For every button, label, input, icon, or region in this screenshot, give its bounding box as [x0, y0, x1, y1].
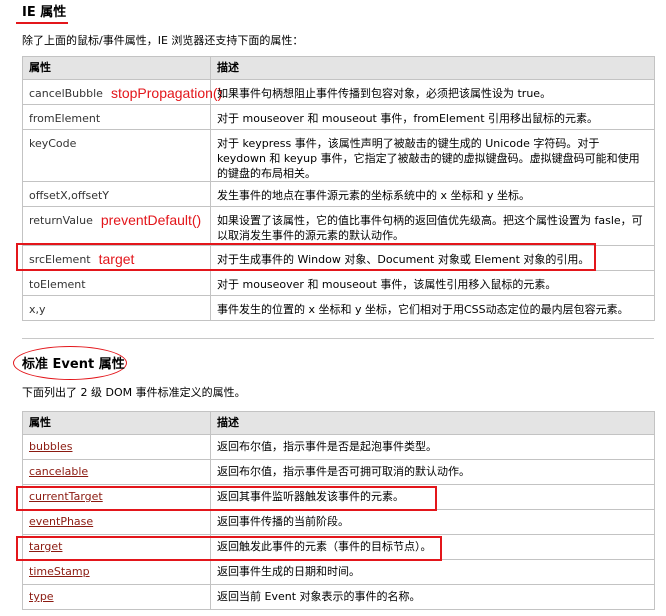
table-row: fromElement 对于 mouseover 和 mouseout 事件，f… [22, 104, 655, 130]
property-name: keyCode [22, 129, 211, 182]
property-description: 返回当前 Event 对象表示的事件的名称。 [210, 584, 655, 610]
table-row: cancelable 返回布尔值，指示事件是否可拥可取消的默认动作。 [22, 459, 655, 485]
highlight-box-target [16, 536, 442, 561]
standard-event-heading: 标准 Event 属性 [22, 357, 125, 372]
table-row: returnValue preventDefault() 如果设置了该属性，它的值… [22, 206, 655, 246]
property-name: fromElement [22, 104, 211, 130]
heading-red-underline [16, 22, 68, 24]
ie-properties-table: 属性 描述 cancelBubble stopPropagation() 如果事件… [22, 56, 655, 321]
property-name-cell: eventPhase [22, 509, 211, 535]
table-row: toElement 对于 mouseover 和 mouseout 事件，该属性… [22, 270, 655, 296]
ie-intro-text: 除了上面的鼠标/事件属性，IE 浏览器还支持下面的属性： [22, 34, 304, 47]
property-link-bubbles[interactable]: bubbles [29, 440, 72, 453]
red-annotation: stopPropagation() [110, 85, 223, 101]
property-name: cancelBubble [29, 87, 103, 100]
property-link-cancelable[interactable]: cancelable [29, 465, 88, 478]
property-description: 返回事件传播的当前阶段。 [210, 509, 655, 535]
ie-properties-heading: IE 属性 [22, 5, 67, 20]
table-row: type 返回当前 Event 对象表示的事件的名称。 [22, 584, 655, 610]
column-header-property: 属性 [22, 411, 211, 435]
highlight-box-currenttarget [16, 486, 437, 511]
property-description: 对于 mouseover 和 mouseout 事件，fromElement 引… [210, 104, 655, 130]
red-annotation: preventDefault() [100, 212, 202, 228]
column-header-description: 描述 [210, 56, 655, 80]
property-description: 返回布尔值，指示事件是否是起泡事件类型。 [210, 434, 655, 460]
column-header-property: 属性 [22, 56, 211, 80]
property-description: 发生事件的地点在事件源元素的坐标系统中的 x 坐标和 y 坐标。 [210, 181, 655, 207]
property-name-cell: bubbles [22, 434, 211, 460]
table-row: timeStamp 返回事件生成的日期和时间。 [22, 559, 655, 585]
property-name: offsetX,offsetY [22, 181, 211, 207]
property-link-timestamp[interactable]: timeStamp [29, 565, 90, 578]
property-name: returnValue [29, 214, 93, 227]
property-name: x,y [22, 295, 211, 321]
property-description: 如果设置了该属性，它的值比事件句柄的返回值优先级高。把这个属性设置为 fasle… [210, 206, 655, 246]
property-name-cell: cancelBubble stopPropagation() [22, 79, 222, 105]
highlight-box-srcelement [16, 243, 596, 271]
table-row: eventPhase 返回事件传播的当前阶段。 [22, 509, 655, 535]
property-description: 对于 keypress 事件，该属性声明了被敲击的键生成的 Unicode 字符… [210, 129, 655, 182]
property-link-eventphase[interactable]: eventPhase [29, 515, 93, 528]
section-divider [22, 338, 654, 339]
standard-intro-text: 下面列出了 2 级 DOM 事件标准定义的属性。 [22, 386, 246, 399]
page: IE 属性 除了上面的鼠标/事件属性，IE 浏览器还支持下面的属性： 属性 描述… [0, 0, 666, 616]
table-row: x,y 事件发生的位置的 x 坐标和 y 坐标，它们相对于用CSS动态定位的最内… [22, 295, 655, 321]
property-name: toElement [22, 270, 211, 296]
property-description: 事件发生的位置的 x 坐标和 y 坐标，它们相对于用CSS动态定位的最内层包容元… [210, 295, 655, 321]
property-description: 返回事件生成的日期和时间。 [210, 559, 655, 585]
property-name-cell: type [22, 584, 211, 610]
property-name-cell: cancelable [22, 459, 211, 485]
property-description: 对于 mouseover 和 mouseout 事件，该属性引用移入鼠标的元素。 [210, 270, 655, 296]
property-description: 返回布尔值，指示事件是否可拥可取消的默认动作。 [210, 459, 655, 485]
property-link-type[interactable]: type [29, 590, 54, 603]
table-row: bubbles 返回布尔值，指示事件是否是起泡事件类型。 [22, 434, 655, 460]
table-row: keyCode 对于 keypress 事件，该属性声明了被敲击的键生成的 Un… [22, 129, 655, 182]
table-row: offsetX,offsetY 发生事件的地点在事件源元素的坐标系统中的 x 坐… [22, 181, 655, 207]
property-name-cell: returnValue preventDefault() [22, 206, 211, 246]
column-header-description: 描述 [210, 411, 655, 435]
property-name-cell: timeStamp [22, 559, 211, 585]
property-description: 如果事件句柄想阻止事件传播到包容对象，必须把该属性设为 true。 [210, 79, 655, 105]
table-row: cancelBubble stopPropagation() 如果事件句柄想阻止事… [22, 79, 655, 105]
